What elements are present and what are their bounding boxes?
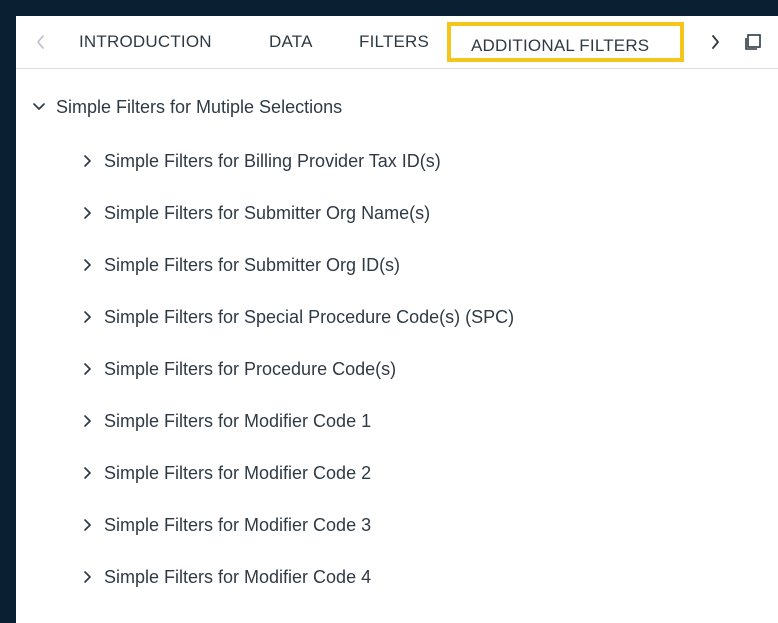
tab-bar: INTRODUCTION DATA FILTERS ADDITIONAL FIL… <box>16 16 778 69</box>
chevron-left-icon <box>34 28 48 56</box>
tab-introduction[interactable]: INTRODUCTION <box>79 28 212 56</box>
expand-panel-button[interactable] <box>742 30 764 52</box>
chevron-right-icon <box>78 360 96 378</box>
chevron-right-icon <box>78 152 96 170</box>
tab-label-filters: FILTERS <box>359 32 430 51</box>
chevron-down-icon <box>30 98 48 116</box>
tree-root-simple-filters[interactable]: Simple Filters for Mutiple Selections <box>30 93 342 121</box>
tree-item[interactable]: Simple Filters for Modifier Code 3 <box>78 511 371 539</box>
tab-label-data: DATA <box>269 32 313 51</box>
page-frame: INTRODUCTION DATA FILTERS ADDITIONAL FIL… <box>0 0 778 623</box>
chevron-right-icon <box>78 464 96 482</box>
chevron-right-icon <box>78 516 96 534</box>
tab-data[interactable]: DATA <box>269 28 313 56</box>
tree-item-label: Simple Filters for Modifier Code 1 <box>104 411 372 431</box>
tree-item-label: Simple Filters for Procedure Code(s) <box>104 359 397 379</box>
chevron-right-icon <box>78 256 96 274</box>
filters-panel: INTRODUCTION DATA FILTERS ADDITIONAL FIL… <box>16 16 778 623</box>
tab-additional-filters[interactable]: ADDITIONAL FILTERS <box>447 22 684 62</box>
tree-item-label: Simple Filters for Modifier Code 4 <box>104 567 372 587</box>
tree-item-label: Simple Filters for Modifier Code 2 <box>104 463 372 483</box>
chevron-right-icon <box>78 412 96 430</box>
tree-item[interactable]: Simple Filters for Billing Provider Tax … <box>78 147 441 175</box>
chevron-right-icon <box>78 308 96 326</box>
tree-root-label: Simple Filters for Mutiple Selections <box>56 97 343 117</box>
tree-item[interactable]: Simple Filters for Modifier Code 4 <box>78 563 371 591</box>
tree-item-label: Simple Filters for Modifier Code 3 <box>104 515 372 535</box>
tabs-prev-button[interactable] <box>34 28 48 56</box>
window-restore-icon <box>742 30 764 52</box>
tree-item[interactable]: Simple Filters for Modifier Code 2 <box>78 459 371 487</box>
tree-item[interactable]: Simple Filters for Procedure Code(s) <box>78 355 396 383</box>
filters-tree: Simple Filters for Mutiple Selections Si… <box>16 69 778 623</box>
tree-item-label: Simple Filters for Submitter Org Name(s) <box>104 203 431 223</box>
tree-item[interactable]: Simple Filters for Special Procedure Cod… <box>78 303 514 331</box>
tab-filters[interactable]: FILTERS <box>359 28 429 56</box>
tree-item-label: Simple Filters for Special Procedure Cod… <box>104 307 515 327</box>
tabs-next-button[interactable] <box>706 28 724 56</box>
chevron-right-icon <box>78 568 96 586</box>
chevron-right-icon <box>706 28 724 56</box>
chevron-right-icon <box>78 204 96 222</box>
tree-item[interactable]: Simple Filters for Submitter Org ID(s) <box>78 251 400 279</box>
tree-item-label: Simple Filters for Billing Provider Tax … <box>104 151 441 171</box>
tree-item[interactable]: Simple Filters for Submitter Org Name(s) <box>78 199 430 227</box>
tree-item[interactable]: Simple Filters for Modifier Code 1 <box>78 407 371 435</box>
tab-label-introduction: INTRODUCTION <box>79 32 212 51</box>
tree-item-label: Simple Filters for Submitter Org ID(s) <box>104 255 401 275</box>
tab-label-additional-filters: ADDITIONAL FILTERS <box>471 36 650 55</box>
